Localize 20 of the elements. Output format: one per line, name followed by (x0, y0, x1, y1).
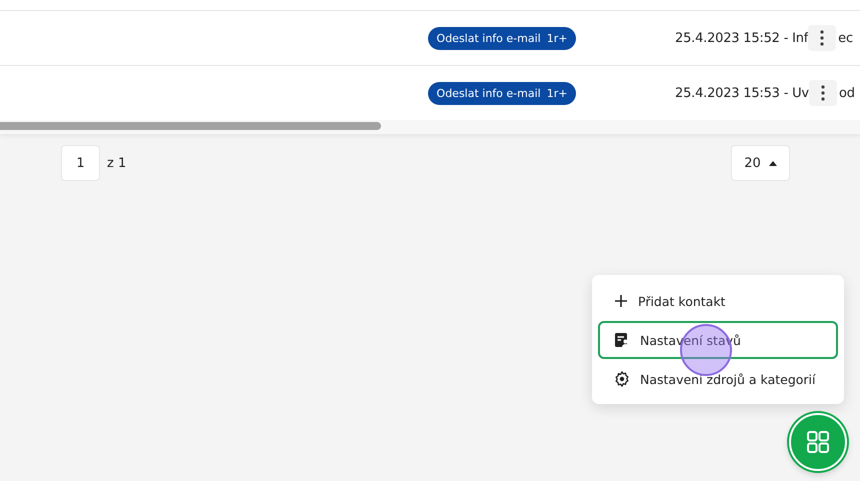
more-button[interactable] (808, 80, 837, 106)
more-button[interactable] (808, 25, 836, 51)
list-person-icon (614, 332, 630, 348)
page-field[interactable]: 1 (61, 145, 100, 181)
caret-icon (768, 160, 777, 166)
more-icon (820, 85, 825, 101)
apps-button[interactable] (789, 413, 847, 471)
scrollbar-thumb[interactable] (0, 122, 381, 130)
action-badge: Odeslat info e-mail 1r+ (428, 82, 576, 104)
settings-icon (614, 371, 630, 387)
page-count: z 1 (107, 156, 126, 170)
table-cell: 25.4.2023 15:52 - Inf (675, 30, 808, 46)
table-cell: 25.4.2023 15:53 - Uv (675, 86, 809, 100)
action-badge: Odeslat info e-mail 1r+ (428, 26, 576, 50)
grid-icon (806, 430, 830, 454)
page-size-select[interactable]: 20 (731, 145, 790, 181)
more-icon (820, 30, 824, 46)
table-cell: od (838, 86, 855, 100)
plus-icon (614, 294, 628, 308)
table-cell: ec (838, 30, 853, 46)
